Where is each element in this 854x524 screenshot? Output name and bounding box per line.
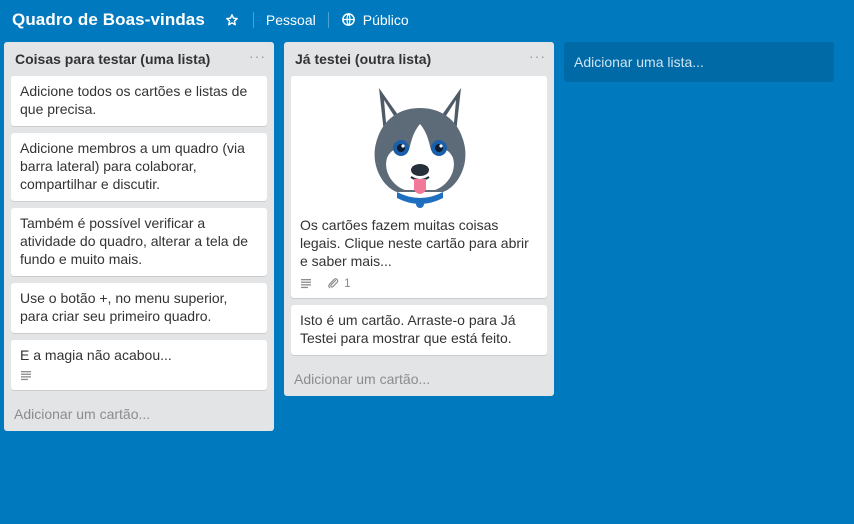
card-cover-image — [300, 76, 539, 216]
header-divider — [252, 12, 254, 28]
card[interactable]: Também é possível verificar a atividade … — [11, 208, 267, 276]
husky-dog-image — [374, 88, 465, 208]
add-card-button[interactable]: Adicionar um cartão... — [4, 397, 274, 431]
card-title: Também é possível verificar a atividade … — [20, 215, 249, 267]
globe-icon — [341, 12, 357, 28]
description-icon — [301, 279, 311, 289]
visibility-label: Público — [362, 12, 409, 28]
card-title: Os cartões fazem muitas coisas legais. C… — [300, 217, 529, 269]
card[interactable]: Adicione membros a um quadro (via barra … — [11, 133, 267, 201]
paperclip-icon — [328, 278, 339, 289]
card[interactable]: Isto é um cartão. Arraste-o para Já Test… — [291, 305, 547, 355]
board-title[interactable]: Quadro de Boas-vindas — [12, 10, 205, 30]
list-title[interactable]: Coisas para testar (uma lista) — [15, 51, 210, 67]
card-badges: 1 — [300, 275, 539, 291]
board-canvas: Coisas para testar (uma lista) ··· Adici… — [0, 42, 854, 524]
visibility-button[interactable]: Público — [335, 8, 415, 32]
attachment-badge: 1 — [327, 276, 351, 290]
card-badges — [20, 367, 259, 383]
card-title: Adicione membros a um quadro (via barra … — [20, 140, 245, 192]
card-list: Os cartões fazem muitas coisas legais. C… — [284, 76, 554, 355]
card-title: Isto é um cartão. Arraste-o para Já Test… — [300, 312, 516, 346]
star-icon — [225, 14, 238, 26]
card-title: Adicione todos os cartões e listas de qu… — [20, 83, 248, 117]
list-menu-button[interactable]: ··· — [529, 49, 546, 67]
star-button[interactable] — [219, 8, 245, 32]
team-button[interactable]: Pessoal — [260, 8, 322, 32]
list-coisas-para-testar[interactable]: Coisas para testar (uma lista) ··· Adici… — [4, 42, 274, 431]
list-ja-testei[interactable]: Já testei (outra lista) ··· Os cartões f… — [284, 42, 554, 396]
board-header: Quadro de Boas-vindas Pessoal Público — [0, 0, 854, 40]
card-with-cover[interactable]: Os cartões fazem muitas coisas legais. C… — [291, 76, 547, 298]
card[interactable]: E a magia não acabou... — [11, 340, 267, 390]
card[interactable]: Use o botão +, no menu superior, para cr… — [11, 283, 267, 333]
card-list: Adicione todos os cartões e listas de qu… — [4, 76, 274, 390]
team-label: Pessoal — [265, 12, 316, 28]
description-badge — [300, 277, 317, 289]
list-header: Já testei (outra lista) ··· — [284, 42, 554, 76]
description-badge — [20, 369, 37, 381]
card[interactable]: Adicione todos os cartões e listas de qu… — [11, 76, 267, 126]
add-list-button[interactable]: Adicionar uma lista... — [564, 42, 834, 82]
attachment-count: 1 — [344, 276, 351, 290]
description-icon — [21, 371, 31, 381]
list-title[interactable]: Já testei (outra lista) — [295, 51, 431, 67]
list-header: Coisas para testar (uma lista) ··· — [4, 42, 274, 76]
add-card-button[interactable]: Adicionar um cartão... — [284, 362, 554, 396]
list-menu-button[interactable]: ··· — [249, 49, 266, 67]
card-title: E a magia não acabou... — [20, 347, 172, 363]
card-title: Use o botão +, no menu superior, para cr… — [20, 290, 228, 324]
header-divider — [327, 12, 329, 28]
